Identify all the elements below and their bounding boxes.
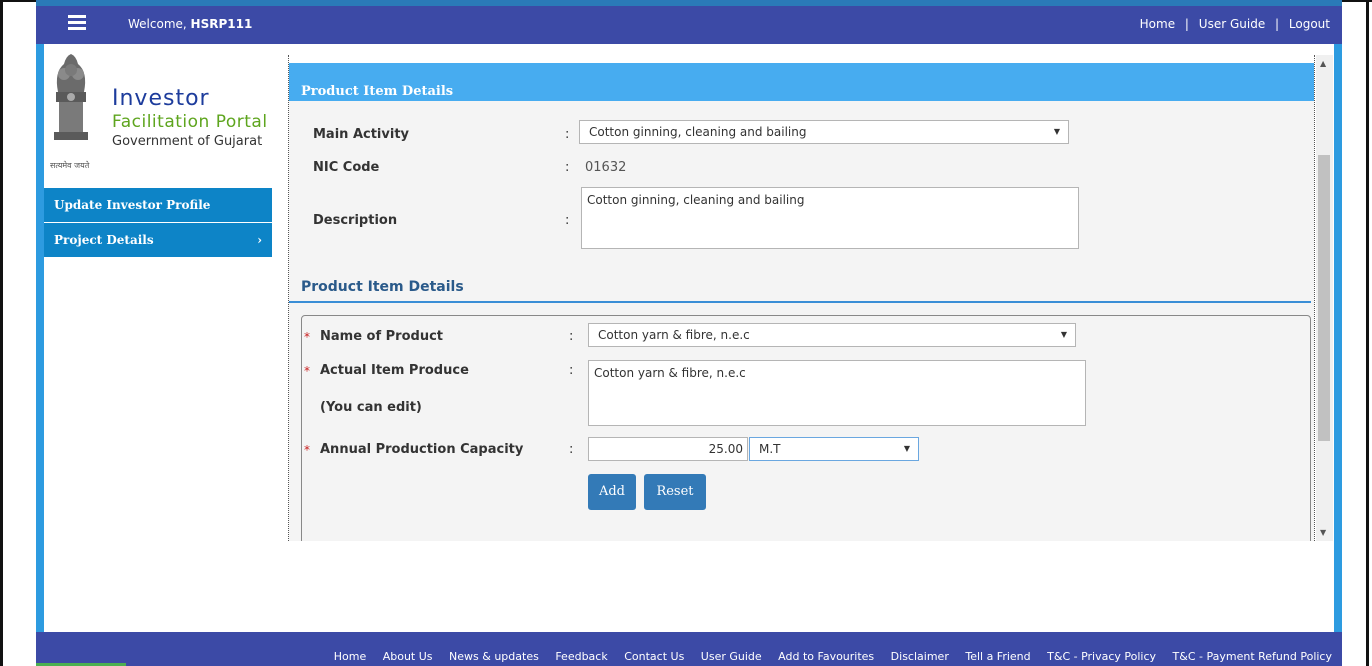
description-textarea[interactable]: Cotton ginning, cleaning and bailing (581, 187, 1079, 249)
colon: : (565, 213, 570, 228)
footer-link-add-to-favourites[interactable]: Add to Favourites (778, 650, 874, 663)
footer-link-news-updates[interactable]: News & updates (449, 650, 539, 663)
main-activity-value: Cotton ginning, cleaning and bailing (589, 125, 807, 139)
dropdown-arrow-icon: ▼ (903, 444, 910, 453)
scroll-thumb[interactable] (1318, 155, 1330, 441)
footer-link-user-guide[interactable]: User Guide (701, 650, 762, 663)
logo-subtitle-government: Government of Gujarat (112, 134, 263, 149)
colon: : (565, 160, 570, 175)
main-activity-label: Main Activity (313, 127, 410, 142)
chevron-right-icon: › (257, 233, 262, 247)
footer-link-refund-policy[interactable]: T&C - Payment Refund Policy (1173, 650, 1332, 663)
sidebar-item-project-details[interactable]: Project Details › (44, 223, 272, 258)
annual-capacity-input[interactable]: 25.00 (588, 437, 748, 461)
colon: : (569, 329, 574, 344)
header-links: Home | User Guide | Logout (1140, 17, 1330, 31)
subsection-title: Product Item Details (301, 279, 464, 295)
colon: : (569, 442, 574, 457)
description-label: Description (313, 213, 398, 228)
actual-item-produce-label: Actual Item Produce (320, 363, 469, 378)
footer-link-home[interactable]: Home (334, 650, 366, 663)
capacity-unit-select[interactable]: M.T ▼ (749, 437, 919, 461)
header-link-user-guide[interactable]: User Guide (1199, 17, 1265, 31)
header-link-logout[interactable]: Logout (1289, 17, 1330, 31)
product-form-box: * Name of Product : Cotton yarn & fibre,… (301, 315, 1311, 541)
header-link-home[interactable]: Home (1140, 17, 1175, 31)
colon: : (565, 127, 570, 142)
reset-button[interactable]: Reset (644, 474, 706, 510)
top-header: Welcome, HSRP111 Home | User Guide | Log… (36, 6, 1342, 44)
actual-item-produce-textarea[interactable]: Cotton yarn & fibre, n.e.c (588, 360, 1086, 426)
window-frame-left (0, 0, 3, 666)
sidebar-item-label: Project Details (54, 233, 154, 247)
footer-link-tell-a-friend[interactable]: Tell a Friend (965, 650, 1030, 663)
required-marker: * (304, 364, 310, 378)
annual-capacity-label: Annual Production Capacity (320, 442, 524, 457)
footer-link-about-us[interactable]: About Us (383, 650, 433, 663)
sidebar-nav: Update Investor Profile Project Details … (44, 188, 272, 258)
ashoka-emblem-icon (54, 54, 88, 140)
actual-item-produce-hint: (You can edit) (320, 400, 422, 415)
required-marker: * (304, 330, 310, 344)
dropdown-arrow-icon: ▼ (1053, 127, 1060, 136)
logo-motto: सत्यमेव जयते (50, 161, 90, 170)
logo-title-investor: Investor (112, 86, 210, 111)
page-border-left (36, 0, 44, 666)
hamburger-menu-icon[interactable] (68, 15, 86, 31)
portal-logo[interactable]: Investor Facilitation Portal Government … (46, 52, 271, 182)
main-activity-select[interactable]: Cotton ginning, cleaning and bailing ▼ (579, 120, 1069, 144)
logo-title-facilitation: Facilitation Portal (112, 112, 268, 132)
scroll-down-arrow-icon[interactable]: ▼ (1320, 528, 1326, 537)
footer-link-feedback[interactable]: Feedback (555, 650, 607, 663)
footer-link-privacy-policy[interactable]: T&C - Privacy Policy (1047, 650, 1156, 663)
product-item-panel: Product Item Details Main Activity : Cot… (288, 55, 1315, 541)
footer-links: Home About Us News & updates Feedback Co… (321, 650, 1332, 663)
section-title: Product Item Details (289, 63, 1314, 101)
add-button[interactable]: Add (588, 474, 636, 510)
window-frame-right (1366, 0, 1369, 666)
name-of-product-label: Name of Product (320, 329, 444, 344)
capacity-unit-value: M.T (759, 442, 781, 456)
dropdown-arrow-icon: ▼ (1060, 330, 1067, 339)
sidebar-item-update-investor-profile[interactable]: Update Investor Profile (44, 188, 272, 223)
header-separator: | (1184, 17, 1189, 31)
subsection-divider (289, 301, 1311, 303)
header-separator: | (1275, 17, 1280, 31)
nic-code-label: NIC Code (313, 160, 380, 175)
page-border-right (1334, 0, 1342, 666)
scroll-up-arrow-icon[interactable]: ▲ (1320, 59, 1326, 68)
username: HSRP111 (190, 17, 253, 31)
name-of-product-value: Cotton yarn & fibre, n.e.c (598, 328, 750, 342)
panel-scrollbar[interactable]: ▲ ▼ (1316, 55, 1333, 541)
section-body: Main Activity : Cotton ginning, cleaning… (289, 101, 1314, 541)
footer-bar: Home About Us News & updates Feedback Co… (36, 632, 1342, 666)
name-of-product-select[interactable]: Cotton yarn & fibre, n.e.c ▼ (588, 323, 1076, 347)
required-marker: * (304, 443, 310, 457)
colon: : (569, 363, 574, 378)
welcome-prefix: Welcome, (128, 17, 187, 31)
sidebar-item-label: Update Investor Profile (54, 198, 211, 212)
footer-link-disclaimer[interactable]: Disclaimer (891, 650, 949, 663)
nic-code-value: 01632 (585, 160, 627, 175)
welcome-text: Welcome, HSRP111 (128, 17, 252, 31)
footer-link-contact-us[interactable]: Contact Us (624, 650, 684, 663)
